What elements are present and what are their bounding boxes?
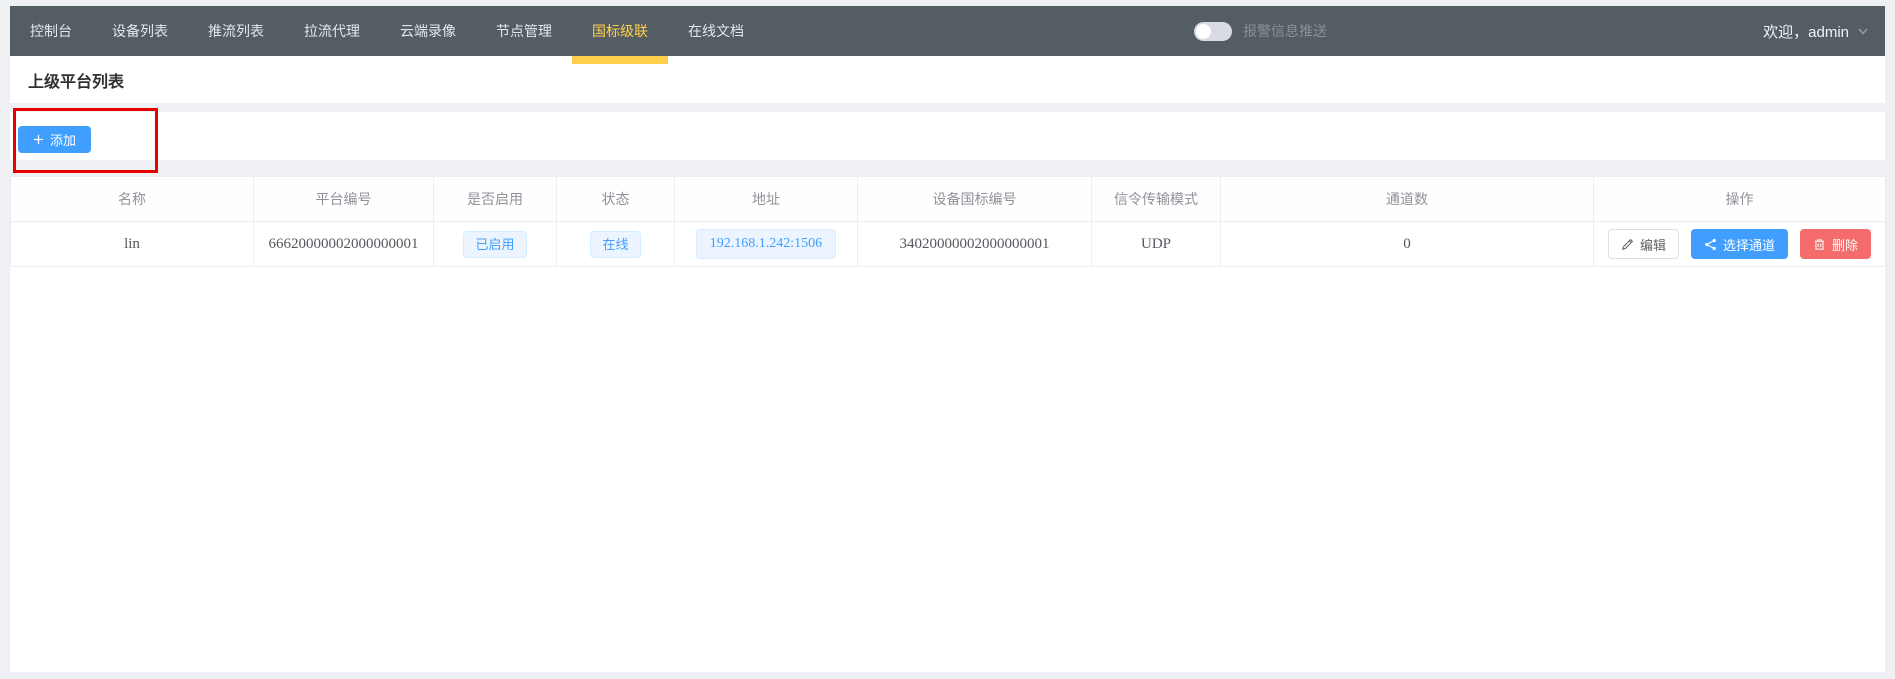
page-frame: 控制台 设备列表 推流列表 拉流代理 云端录像 节点管理 国标级联 在线文档 报… (10, 6, 1885, 672)
user-menu[interactable]: 欢迎，admin (1763, 6, 1869, 56)
row-actions: 编辑 选择通道 (1594, 229, 1885, 259)
spacer (10, 160, 1885, 176)
col-header-channels: 通道数 (1221, 177, 1594, 222)
col-header-operation: 操作 (1594, 177, 1886, 222)
chevron-down-icon (1857, 25, 1869, 37)
col-header-transport: 信令传输模式 (1092, 177, 1221, 222)
address-badge[interactable]: 192.168.1.242:1506 (696, 229, 836, 259)
nav-tab-gb-cascade[interactable]: 国标级联 (572, 6, 668, 56)
alarm-push-label: 报警信息推送 (1243, 21, 1327, 41)
cell-device-gb-id: 34020000002000000001 (858, 222, 1092, 267)
welcome-text: 欢迎，admin (1763, 21, 1849, 42)
edit-pencil-icon (1621, 238, 1634, 251)
nav-tab-online-docs[interactable]: 在线文档 (668, 6, 764, 56)
plus-icon (33, 134, 44, 145)
title-bar: 上级平台列表 (10, 56, 1885, 103)
select-channel-button[interactable]: 选择通道 (1691, 229, 1788, 259)
cell-status: 在线 (557, 222, 675, 267)
toggle-knob (1196, 24, 1211, 39)
cell-enabled: 已启用 (434, 222, 557, 267)
nav-tab-console[interactable]: 控制台 (10, 6, 92, 56)
table-header-row: 名称 平台编号 是否启用 状态 地址 设备国标编号 信令传输模式 通道数 操作 (11, 177, 1886, 222)
alarm-push-group: 报警信息推送 (1194, 6, 1327, 56)
cell-channels: 0 (1221, 222, 1594, 267)
nav-tab-device-list[interactable]: 设备列表 (92, 6, 188, 56)
cell-name: lin (11, 222, 254, 267)
toolbar: 添加 (10, 112, 1885, 160)
nav-tab-node-manage[interactable]: 节点管理 (476, 6, 572, 56)
edit-button-label: 编辑 (1640, 235, 1666, 254)
table-row: lin 66620000002000000001 已启用 在线 192.168.… (11, 222, 1886, 267)
select-channel-label: 选择通道 (1723, 235, 1775, 254)
col-header-device-gb-id: 设备国标编号 (858, 177, 1092, 222)
edit-button[interactable]: 编辑 (1608, 229, 1679, 259)
trash-icon (1813, 238, 1826, 251)
col-header-name: 名称 (11, 177, 254, 222)
cell-address: 192.168.1.242:1506 (675, 222, 858, 267)
nav-tab-push-list[interactable]: 推流列表 (188, 6, 284, 56)
top-navbar: 控制台 设备列表 推流列表 拉流代理 云端录像 节点管理 国标级联 在线文档 报… (10, 6, 1885, 56)
enabled-badge: 已启用 (463, 231, 526, 258)
spacer (10, 103, 1885, 112)
col-header-status: 状态 (557, 177, 675, 222)
content-card: 名称 平台编号 是否启用 状态 地址 设备国标编号 信令传输模式 通道数 操作 … (10, 176, 1885, 672)
status-badge: 在线 (590, 231, 640, 258)
col-header-platform-id: 平台编号 (254, 177, 434, 222)
add-button[interactable]: 添加 (18, 126, 91, 153)
page-title: 上级平台列表 (28, 68, 124, 92)
cell-platform-id: 66620000002000000001 (254, 222, 434, 267)
cell-transport: UDP (1092, 222, 1221, 267)
share-icon (1704, 238, 1717, 251)
col-header-address: 地址 (675, 177, 858, 222)
nav-tabs: 控制台 设备列表 推流列表 拉流代理 云端录像 节点管理 国标级联 在线文档 (10, 6, 764, 56)
col-header-enabled: 是否启用 (434, 177, 557, 222)
delete-button-label: 删除 (1832, 235, 1858, 254)
nav-tab-pull-proxy[interactable]: 拉流代理 (284, 6, 380, 56)
alarm-push-toggle[interactable] (1194, 22, 1232, 41)
cell-actions: 编辑 选择通道 (1594, 222, 1886, 267)
add-button-label: 添加 (50, 130, 76, 149)
nav-tab-cloud-record[interactable]: 云端录像 (380, 6, 476, 56)
delete-button[interactable]: 删除 (1800, 229, 1871, 259)
platform-table: 名称 平台编号 是否启用 状态 地址 设备国标编号 信令传输模式 通道数 操作 … (10, 176, 1886, 267)
